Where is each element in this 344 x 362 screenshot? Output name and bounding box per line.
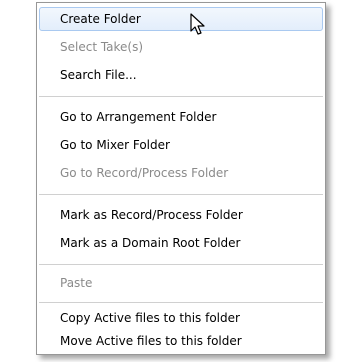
- menu-item-move-active-files[interactable]: Move Active files to this folder: [39, 329, 323, 353]
- menu-item-select-takes[interactable]: Select Take(s): [39, 35, 323, 59]
- menu-item-create-folder[interactable]: Create Folder: [39, 7, 323, 31]
- menu-item-search-file[interactable]: Search File...: [39, 63, 323, 87]
- menu-item-label: Paste: [60, 276, 93, 290]
- menu-item-paste[interactable]: Paste: [39, 271, 323, 295]
- menu-separator: [39, 302, 323, 303]
- menu-item-go-to-record-process-folder[interactable]: Go to Record/Process Folder: [39, 161, 323, 185]
- menu-item-label: Copy Active files to this folder: [60, 311, 240, 325]
- menu-item-label: Move Active files to this folder: [60, 334, 242, 348]
- menu-item-label: Go to Record/Process Folder: [60, 166, 229, 180]
- menu-separator: [39, 194, 323, 195]
- menu-item-label: Create Folder: [60, 12, 141, 26]
- menu-item-mark-as-domain-root-folder[interactable]: Mark as a Domain Root Folder: [39, 231, 323, 255]
- context-menu: Create Folder Select Take(s) Search File…: [36, 2, 326, 355]
- menu-separator: [39, 264, 323, 265]
- menu-item-label: Go to Arrangement Folder: [60, 110, 217, 124]
- menu-item-label: Mark as a Domain Root Folder: [60, 236, 241, 250]
- menu-separator: [39, 96, 323, 97]
- menu-item-label: Mark as Record/Process Folder: [60, 208, 243, 222]
- menu-item-go-to-mixer-folder[interactable]: Go to Mixer Folder: [39, 133, 323, 157]
- menu-item-mark-as-record-process-folder[interactable]: Mark as Record/Process Folder: [39, 203, 323, 227]
- menu-item-label: Search File...: [60, 68, 137, 82]
- menu-item-go-to-arrangement-folder[interactable]: Go to Arrangement Folder: [39, 105, 323, 129]
- menu-item-label: Go to Mixer Folder: [60, 138, 170, 152]
- menu-item-label: Select Take(s): [60, 40, 144, 54]
- menu-item-copy-active-files[interactable]: Copy Active files to this folder: [39, 306, 323, 330]
- mouse-pointer-icon: [190, 13, 205, 35]
